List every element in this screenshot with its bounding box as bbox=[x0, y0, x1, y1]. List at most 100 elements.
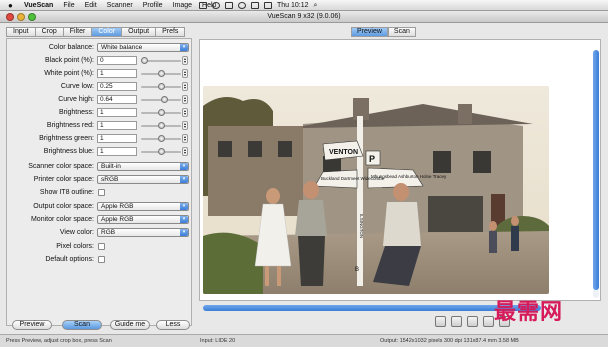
curve-high-slider[interactable] bbox=[141, 96, 181, 103]
status-tray: Thu 10:12 ⌕ bbox=[199, 0, 601, 11]
monitor-color-space-value: Apple RGB bbox=[101, 216, 134, 223]
brightness-field[interactable]: 1 bbox=[97, 108, 137, 117]
slider-knob[interactable] bbox=[157, 83, 165, 90]
slider-knob[interactable] bbox=[157, 148, 165, 155]
vertical-scroll-thumb[interactable] bbox=[593, 50, 599, 290]
spotlight-icon[interactable]: ⌕ bbox=[314, 2, 318, 10]
time-machine-icon[interactable] bbox=[212, 2, 220, 9]
curve-high-field[interactable]: 0.64 bbox=[97, 95, 137, 104]
curve-high-stepper[interactable]: ▴ ▾ bbox=[182, 95, 188, 104]
zoom-icon[interactable] bbox=[483, 316, 494, 327]
view-color-select[interactable]: RGB ▾ bbox=[97, 228, 189, 237]
brightness-red-field[interactable]: 1 bbox=[97, 121, 137, 130]
brightness-red-stepper[interactable]: ▴ ▾ bbox=[182, 121, 188, 130]
brightness-red-slider[interactable] bbox=[141, 122, 181, 129]
monitor-color-space-row: Monitor color space: Apple RGB ▾ bbox=[7, 215, 193, 225]
color-balance-row: Color balance: White balance ▾ bbox=[7, 43, 193, 53]
scan-button[interactable]: Scan bbox=[62, 320, 102, 330]
battery-icon[interactable] bbox=[264, 2, 272, 9]
brightness-green-stepper[interactable]: ▴ ▾ bbox=[182, 134, 188, 143]
preview-button[interactable]: Preview bbox=[12, 320, 52, 330]
brightness-stepper[interactable]: ▴ ▾ bbox=[182, 108, 188, 117]
bluetooth-icon[interactable] bbox=[225, 2, 233, 9]
settings-tabs: Input Crop Filter Color Output Prefs bbox=[6, 27, 192, 37]
slider-knob[interactable] bbox=[157, 135, 165, 142]
white-point-field[interactable]: 1 bbox=[97, 69, 137, 78]
menu-file[interactable]: File bbox=[63, 2, 74, 9]
color-settings-panel: Color balance: White balance ▾ Black poin… bbox=[6, 38, 192, 326]
brightness-label: Brightness: bbox=[58, 109, 94, 116]
preview-area[interactable]: VENTON P Mhungsbead Ashburton Holne Trac… bbox=[199, 39, 601, 301]
color-balance-select[interactable]: White balance ▾ bbox=[97, 43, 189, 52]
brightness-blue-field[interactable]: 1 bbox=[97, 147, 137, 156]
close-icon[interactable] bbox=[6, 13, 14, 21]
tab-input[interactable]: Input bbox=[6, 27, 35, 37]
output-color-space-value: Apple RGB bbox=[101, 203, 134, 210]
curve-low-stepper[interactable]: ▴ ▾ bbox=[182, 82, 188, 91]
brightness-blue-slider[interactable] bbox=[141, 148, 181, 155]
slider-knob[interactable] bbox=[157, 122, 165, 129]
menu-edit[interactable]: Edit bbox=[85, 2, 97, 9]
show-it8-outline-checkbox[interactable] bbox=[98, 189, 105, 196]
apple-icon[interactable]: ● bbox=[8, 1, 16, 10]
white-point-slider[interactable] bbox=[141, 70, 181, 77]
tab-preview[interactable]: Preview bbox=[351, 27, 388, 37]
display-icon[interactable] bbox=[199, 2, 207, 9]
volume-icon[interactable] bbox=[251, 2, 259, 9]
menu-scanner[interactable]: Scanner bbox=[107, 2, 133, 9]
scanner-color-space-select[interactable]: Built-in ▾ bbox=[97, 162, 189, 171]
brightness-slider[interactable] bbox=[141, 109, 181, 116]
curve-low-slider[interactable] bbox=[141, 83, 181, 90]
less-button[interactable]: Less bbox=[156, 320, 190, 330]
menu-image[interactable]: Image bbox=[173, 2, 192, 9]
printer-color-space-label: Printer color space: bbox=[33, 176, 94, 183]
zoom-window-icon[interactable] bbox=[28, 13, 36, 21]
scanner-color-space-label: Scanner color space: bbox=[28, 163, 94, 170]
menu-bar: ● VueScan File Edit Scanner Profile Imag… bbox=[0, 0, 608, 11]
brightness-blue-stepper[interactable]: ▴ ▾ bbox=[182, 147, 188, 156]
curve-low-field[interactable]: 0.25 bbox=[97, 82, 137, 91]
status-input: Input: LIDE 20 bbox=[200, 338, 236, 344]
wifi-icon[interactable] bbox=[238, 2, 246, 9]
white-point-stepper[interactable]: ▴ ▾ bbox=[182, 69, 188, 78]
slider-knob[interactable] bbox=[157, 109, 165, 116]
brightness-green-slider[interactable] bbox=[141, 135, 181, 142]
brightness-green-field[interactable]: 1 bbox=[97, 134, 137, 143]
monitor-color-space-label: Monitor color space: bbox=[30, 216, 94, 223]
pixel-colors-checkbox[interactable] bbox=[98, 243, 105, 250]
preview-tabs: Preview Scan bbox=[351, 27, 416, 37]
output-color-space-select[interactable]: Apple RGB ▾ bbox=[97, 202, 189, 211]
menu-profile[interactable]: Profile bbox=[143, 2, 163, 9]
sign-b: B bbox=[355, 267, 359, 273]
printer-color-space-select[interactable]: sRGB ▾ bbox=[97, 175, 189, 184]
slider-knob[interactable] bbox=[157, 70, 165, 77]
watermark-logo: 最需网 bbox=[494, 299, 564, 325]
tab-color[interactable]: Color bbox=[91, 27, 122, 37]
default-options-checkbox[interactable] bbox=[98, 256, 105, 263]
slider-knob[interactable] bbox=[141, 57, 148, 64]
tab-prefs[interactable]: Prefs bbox=[155, 27, 186, 37]
minimize-icon[interactable] bbox=[17, 13, 25, 21]
window-title-bar: VueScan 9 x32 (9.0.06) bbox=[0, 11, 608, 23]
tab-crop[interactable]: Crop bbox=[34, 27, 63, 37]
menu-vuescan[interactable]: VueScan bbox=[24, 2, 53, 9]
email-icon[interactable] bbox=[467, 316, 478, 327]
monitor-color-space-select[interactable]: Apple RGB ▾ bbox=[97, 215, 189, 224]
sign-venton: VENTON bbox=[329, 149, 358, 156]
tab-filter[interactable]: Filter bbox=[62, 27, 92, 37]
vertical-scrollbar[interactable] bbox=[593, 50, 599, 298]
tab-output[interactable]: Output bbox=[121, 27, 156, 37]
tab-scan[interactable]: Scan bbox=[387, 27, 416, 37]
black-point-field[interactable]: 0 bbox=[97, 56, 137, 65]
menu-clock[interactable]: Thu 10:12 bbox=[277, 2, 309, 9]
slider-knob[interactable] bbox=[160, 96, 168, 103]
save-icon[interactable] bbox=[435, 316, 446, 327]
guide-me-button[interactable]: Guide me bbox=[110, 320, 150, 330]
horizontal-scroll-thumb[interactable] bbox=[203, 305, 541, 311]
scanned-photo[interactable]: VENTON P Mhungsbead Ashburton Holne Trac… bbox=[203, 86, 549, 294]
black-point-stepper[interactable]: ▴ ▾ bbox=[182, 56, 188, 65]
black-point-slider[interactable] bbox=[141, 57, 181, 64]
chevron-down-icon: ▾ bbox=[180, 44, 188, 51]
print-icon[interactable] bbox=[451, 316, 462, 327]
show-it8-outline-label: Show IT8 outline: bbox=[39, 189, 94, 196]
